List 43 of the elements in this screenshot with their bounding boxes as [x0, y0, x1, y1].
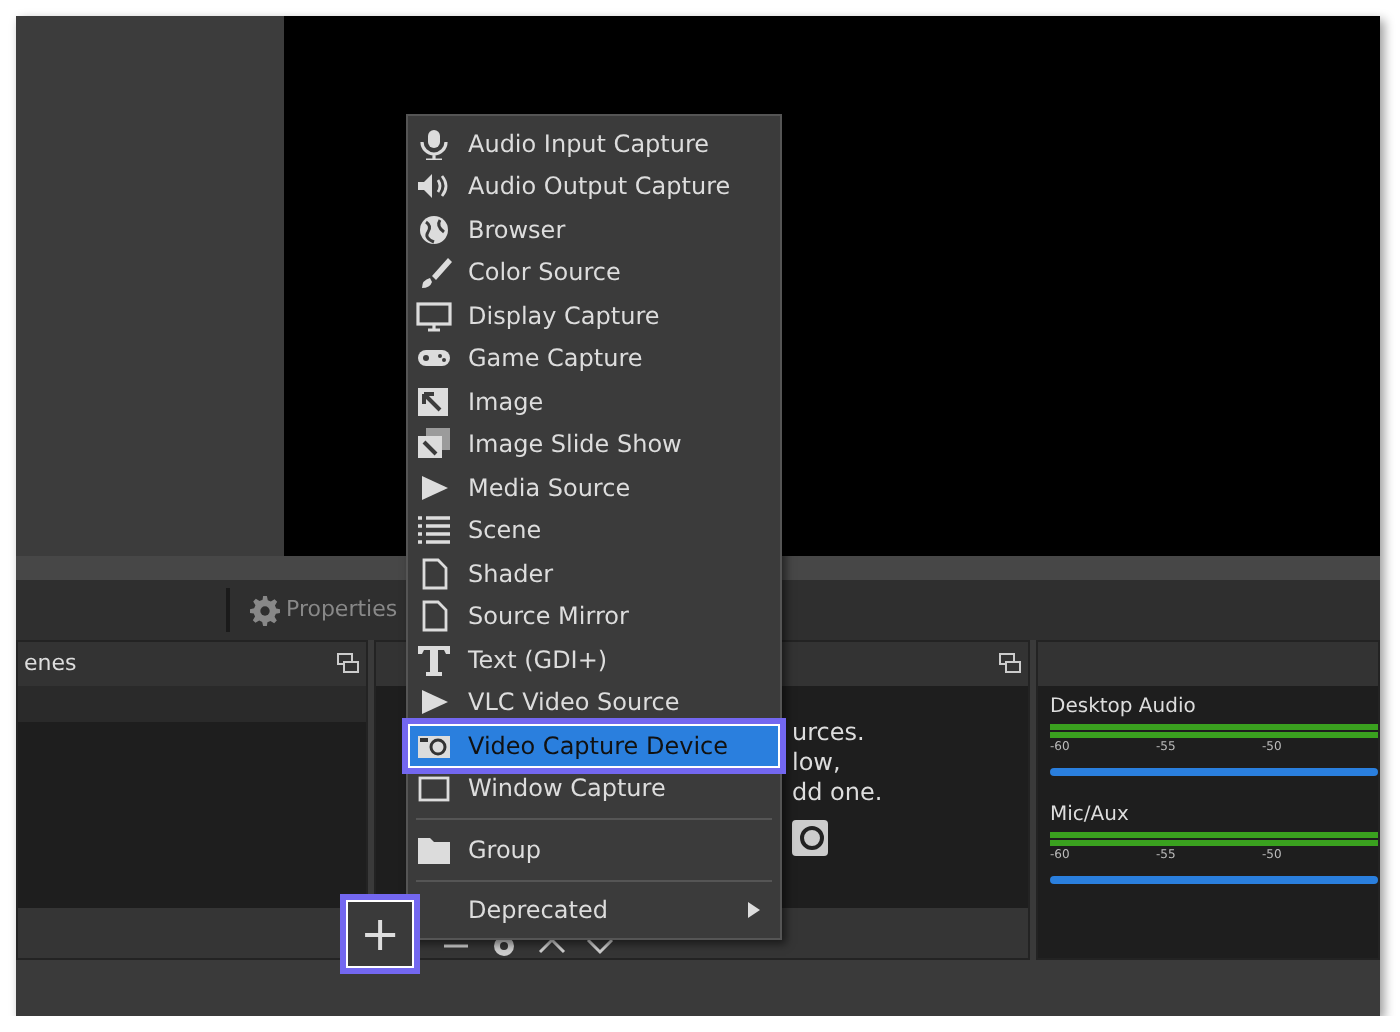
channel-name: Mic/Aux	[1050, 802, 1131, 830]
submenu-arrow-icon	[748, 902, 760, 919]
volume-slider[interactable]	[1050, 768, 1378, 776]
camera-icon	[792, 820, 828, 856]
hint-text: low,	[792, 748, 843, 778]
gear-icon	[250, 595, 280, 625]
speaker-icon	[416, 170, 452, 203]
panel-title: enes	[24, 647, 77, 680]
folder-icon	[416, 833, 452, 866]
menu-item[interactable]: Group	[408, 828, 780, 871]
hint-text: urces.	[792, 718, 867, 748]
image-icon	[416, 385, 452, 418]
volume-slider[interactable]	[1050, 876, 1378, 884]
hint-text: dd one.	[792, 778, 885, 808]
image-stack-icon	[416, 428, 452, 461]
undock-icon[interactable]	[336, 652, 360, 675]
monitor-icon	[416, 299, 452, 332]
globe-icon	[416, 213, 452, 246]
menu-item[interactable]: Audio Output Capture	[408, 165, 780, 208]
text-icon	[416, 643, 452, 676]
menu-item[interactable]: Browser	[408, 208, 780, 251]
menu-item[interactable]: Game Capture	[408, 337, 780, 380]
menu-item[interactable]: Audio Input Capture	[408, 122, 780, 165]
menu-item[interactable]: VLC Video Source	[408, 681, 780, 724]
menu-item[interactable]: Media Source	[408, 466, 780, 509]
window-icon	[416, 772, 452, 805]
menu-item[interactable]: Shader	[408, 552, 780, 595]
menu-item[interactable]: Window Capture	[408, 767, 780, 810]
menu-item[interactable]: Display Capture	[408, 294, 780, 337]
menu-item[interactable]: Scene	[408, 509, 780, 552]
menu-item[interactable]: Image Slide Show	[408, 423, 780, 466]
brush-icon	[416, 256, 452, 289]
microphone-icon	[416, 127, 452, 160]
add-button[interactable]: +	[340, 893, 420, 973]
menu-item[interactable]: Video Capture Device	[408, 724, 780, 767]
undock-icon[interactable]	[998, 652, 1022, 675]
channel-name: Desktop Audio	[1050, 694, 1198, 722]
play-icon	[416, 471, 452, 504]
menu-item[interactable]: Deprecated	[448, 889, 780, 932]
menu-item[interactable]: Color Source	[408, 251, 780, 294]
menu-item[interactable]: Source Mirror	[408, 595, 780, 638]
list-icon	[416, 514, 452, 547]
menu-item[interactable]: Image	[408, 380, 780, 423]
